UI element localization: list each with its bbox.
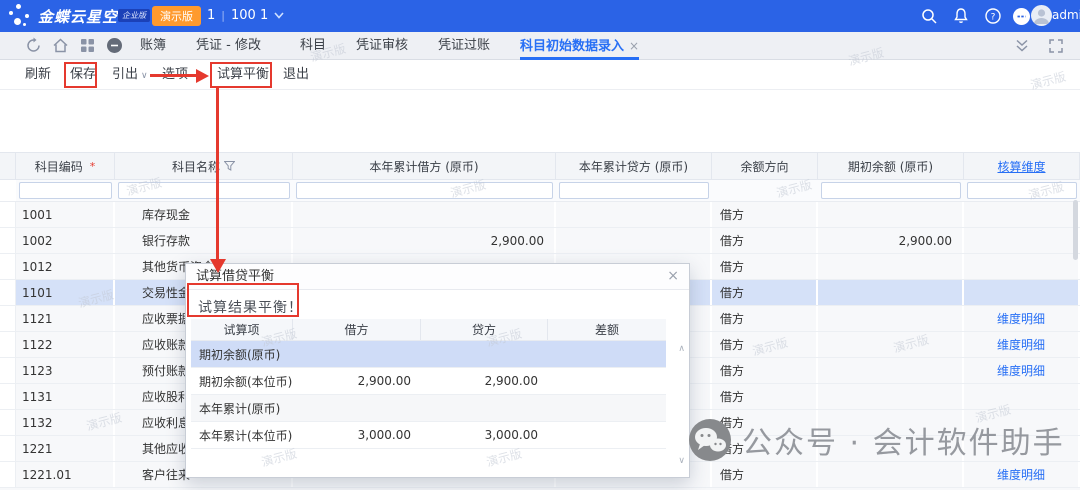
filter-opening-input[interactable] — [821, 182, 961, 199]
filter-credit-input[interactable] — [559, 182, 709, 199]
col-ytd-debit[interactable]: 本年累计借方 (原币) — [293, 153, 556, 179]
notification-bell-icon[interactable] — [952, 7, 970, 25]
tab-account[interactable]: 科目 — [300, 32, 326, 60]
search-icon[interactable] — [920, 7, 938, 25]
username-label[interactable]: admin — [1052, 8, 1080, 22]
chevron-down-icon: ∨ — [141, 71, 148, 81]
filter-debit-input[interactable] — [296, 182, 553, 199]
tab-voucher-edit[interactable]: 凭证 - 修改 — [196, 32, 261, 60]
svg-text:?: ? — [991, 13, 996, 23]
tab-voucher-audit[interactable]: 凭证审核 — [356, 32, 408, 60]
col-balance-direction[interactable]: 余额方向 — [712, 153, 818, 179]
dialog-scroll-up-icon[interactable]: ∧ — [678, 344, 685, 354]
apps-grid-icon[interactable] — [79, 37, 96, 54]
header-form: 账簿 1 科目表 新会计准则科目表 币别 人民币 ∨ 汇率 1.0000 启用期… — [0, 90, 1080, 152]
vertical-scrollbar[interactable] — [1073, 200, 1078, 260]
home-icon[interactable] — [52, 37, 69, 54]
edition-badge: 企业版 — [118, 9, 150, 22]
filter-code-input[interactable] — [19, 182, 112, 199]
col-dimension-link[interactable]: 核算维度 — [964, 153, 1080, 179]
export-button[interactable]: 引出∨ — [112, 60, 148, 90]
kingdee-logo-icon — [8, 2, 38, 30]
message-icon[interactable] — [106, 37, 123, 54]
help-icon[interactable]: ? — [984, 7, 1002, 25]
close-tab-icon[interactable]: × — [629, 39, 639, 53]
annotation-box-trial-balance — [210, 62, 272, 88]
dialog-header-row: 试算项 借方 贷方 差额 — [191, 319, 666, 341]
sync-icon[interactable] — [25, 37, 42, 54]
tab-bar: 账簿 凭证 - 修改 科目 凭证审核 凭证过账 科目初始数据录入× — [0, 32, 1080, 60]
dialog-row-opening-base[interactable]: 期初余额(本位币)2,900.002,900.00 — [191, 368, 666, 395]
col-account-code[interactable]: 科目编码 — [16, 153, 115, 179]
table-row-1002[interactable]: 1002银行存款2,900.00借方2,900.00 — [0, 228, 1080, 254]
more-menu-icon[interactable] — [1012, 7, 1030, 25]
app-logo-title: 金蝶云星空 — [38, 6, 118, 27]
dialog-table: 试算项 借方 贷方 差额 期初余额(原币) 期初余额(本位币)2,900.002… — [191, 319, 681, 449]
annotation-box-result — [187, 283, 299, 317]
annotation-arrow-down-icon — [210, 259, 226, 273]
org-selector[interactable]: 1|100 1 — [207, 8, 284, 23]
dialog-row-opening-original[interactable]: 期初余额(原币) — [191, 341, 666, 368]
refresh-button[interactable]: 刷新 — [25, 60, 51, 90]
filter-dimension-input[interactable] — [967, 182, 1077, 199]
tab-initial-data-entry[interactable]: 科目初始数据录入× — [520, 32, 639, 60]
fullscreen-icon[interactable] — [1048, 38, 1065, 55]
demo-version-badge: 演示版 — [152, 6, 201, 26]
annotation-box-save — [64, 62, 97, 88]
tab-voucher-post[interactable]: 凭证过账 — [438, 32, 490, 60]
annotation-arrow-head-icon — [196, 69, 209, 83]
col-account-name[interactable]: 科目名称 — [115, 153, 293, 179]
table-row-1001[interactable]: 1001库存现金借方 — [0, 202, 1080, 228]
dialog-close-icon[interactable]: × — [667, 268, 679, 284]
exit-button[interactable]: 退出 — [283, 60, 309, 90]
app-window: 金蝶云星空 企业版 演示版 1|100 1 ? admin — [0, 0, 1080, 490]
grid-header-row: 科目编码 科目名称 本年累计借方 (原币) 本年累计贷方 (原币) 余额方向 期… — [0, 152, 1080, 180]
user-avatar[interactable] — [1031, 5, 1052, 26]
annotation-vertical-arrow-shaft — [216, 88, 219, 260]
top-bar: 金蝶云星空 企业版 演示版 1|100 1 ? admin — [0, 0, 1080, 32]
dialog-row-ytd-base[interactable]: 本年累计(本位币)3,000.003,000.00 — [191, 422, 666, 449]
col-opening-balance[interactable]: 期初余额 (原币) — [818, 153, 964, 179]
chevron-down-icon — [274, 12, 284, 19]
dialog-row-ytd-original[interactable]: 本年累计(原币) — [191, 395, 666, 422]
filter-name-input[interactable] — [118, 182, 290, 199]
col-ytd-credit[interactable]: 本年累计贷方 (原币) — [556, 153, 712, 179]
annotation-arrow-shaft — [150, 74, 196, 77]
filter-funnel-icon[interactable] — [224, 161, 235, 171]
collapse-tabs-icon[interactable] — [1014, 38, 1031, 55]
grid-filter-row — [0, 180, 1080, 202]
dialog-scroll-down-icon[interactable]: ∨ — [678, 456, 685, 466]
tab-ledger[interactable]: 账簿 — [140, 32, 166, 60]
